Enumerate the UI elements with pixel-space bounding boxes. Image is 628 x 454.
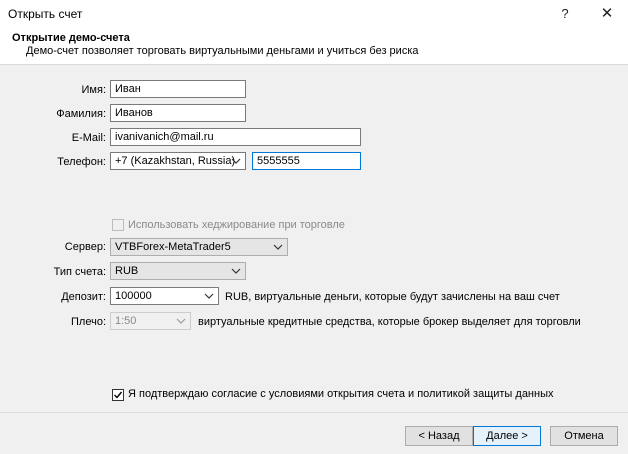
deposit-select[interactable]: 100000: [110, 287, 219, 305]
deposit-label: Депозит:: [61, 291, 106, 303]
checkmark-icon: [114, 391, 123, 399]
leverage-value: 1:50: [115, 315, 137, 327]
account-type-value: RUB: [115, 265, 139, 277]
chevron-down-icon: [231, 158, 241, 164]
phone-country-select[interactable]: +7 (Kazakhstan, Russia): [110, 152, 246, 170]
page-title: Открытие демо-счета: [12, 32, 130, 44]
back-button[interactable]: < Назад: [405, 426, 473, 446]
leverage-label: Плечо:: [71, 316, 106, 328]
phone-number-input[interactable]: 5555555: [252, 152, 361, 170]
deposit-value: 100000: [115, 290, 152, 302]
agree-label: Я подтверждаю согласие с условиями откры…: [128, 388, 554, 400]
cancel-button[interactable]: Отмена: [550, 426, 618, 446]
name-label: Имя:: [81, 84, 106, 96]
phone-country-value: +7 (Kazakhstan, Russia): [115, 155, 236, 167]
surname-input[interactable]: Иванов: [110, 104, 246, 122]
page-subtitle: Демо-счет позволяет торговать виртуальны…: [26, 45, 419, 57]
server-value: VTBForex-MetaTrader5: [115, 241, 231, 253]
chevron-down-icon: [273, 244, 283, 250]
server-select[interactable]: VTBForex-MetaTrader5: [110, 238, 288, 256]
leverage-note: виртуальные кредитные средства, которые …: [198, 316, 581, 328]
chevron-down-icon: [204, 293, 214, 299]
phone-label: Телефон:: [57, 156, 106, 168]
account-type-select[interactable]: RUB: [110, 262, 246, 280]
form-area: Имя: Иван Фамилия: Иванов E-Mail: ivaniv…: [0, 65, 628, 412]
server-label: Сервер:: [64, 241, 106, 253]
hedging-label: Использовать хеджирование при торговле: [128, 219, 345, 231]
title-bar: Открыть счет ? ✕: [0, 0, 628, 28]
chevron-down-icon: [231, 268, 241, 274]
wizard-footer: < Назад Далее > Отмена: [0, 412, 628, 454]
email-label: E-Mail:: [71, 132, 106, 144]
account-type-label: Тип счета:: [53, 266, 106, 278]
close-button[interactable]: ✕: [592, 2, 622, 26]
leverage-select[interactable]: 1:50: [110, 312, 191, 330]
next-button[interactable]: Далее >: [473, 426, 541, 446]
hedging-checkbox[interactable]: [112, 219, 124, 231]
window-title: Открыть счет: [8, 7, 83, 21]
email-input[interactable]: ivanivanich@mail.ru: [110, 128, 361, 146]
deposit-note: RUB, виртуальные деньги, которые будут з…: [225, 291, 560, 303]
name-input[interactable]: Иван: [110, 80, 246, 98]
help-button[interactable]: ?: [550, 2, 580, 26]
agree-checkbox[interactable]: [112, 389, 124, 401]
chevron-down-icon: [176, 318, 186, 324]
wizard-header: Открытие демо-счета Демо-счет позволяет …: [0, 28, 628, 65]
surname-label: Фамилия:: [56, 108, 106, 120]
